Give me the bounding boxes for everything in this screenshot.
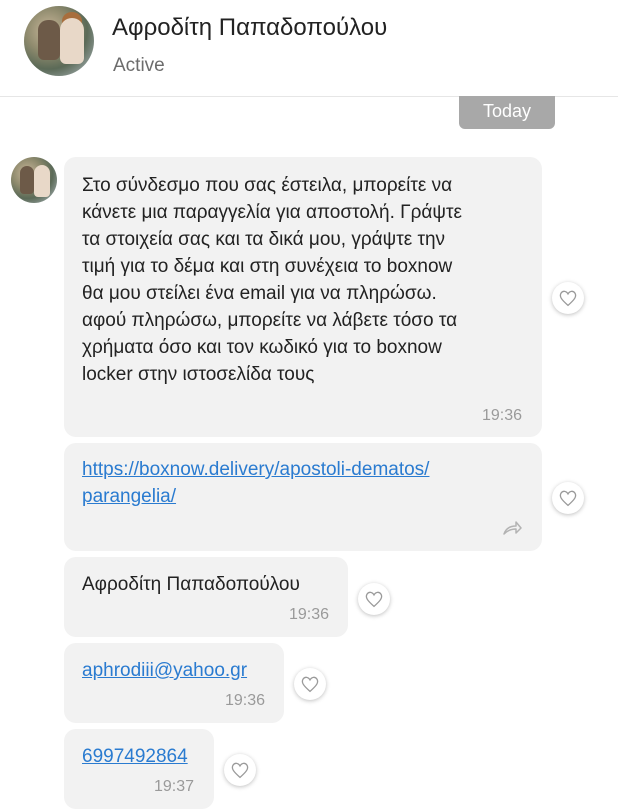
message-time: 19:36 <box>225 692 266 709</box>
sender-avatar[interactable] <box>11 157 57 203</box>
message-line: Στο σύνδεσμο που σας έστειλα, μπορείτε ν… <box>82 175 453 196</box>
forward-arrow-icon[interactable] <box>502 520 522 543</box>
heart-icon[interactable] <box>358 583 390 615</box>
heart-icon[interactable] <box>552 282 584 314</box>
message-text: Στο σύνδεσμο που σας έστειλα, μπορείτε ν… <box>82 172 462 388</box>
message-line: τιμή για το δέμα και στη συνέχεια το box… <box>82 256 453 277</box>
date-divider: Today <box>459 96 555 129</box>
message-line: χρήματα όσο και τον κωδικό για το boxnow <box>82 337 442 358</box>
message-line: αφού πληρώσω, μπορείτε να λάβετε τόσο τα <box>82 310 458 331</box>
message-link[interactable]: parangelia/ <box>82 483 429 510</box>
message-link[interactable]: https://boxnow.delivery/apostoli-dematos… <box>82 456 429 483</box>
phone-link[interactable]: 6997492864 <box>82 743 188 770</box>
heart-icon[interactable] <box>224 754 256 786</box>
message-time: 19:36 <box>289 606 330 623</box>
chat-header: Αφροδίτη Παπαδοπούλου Active <box>0 0 618 97</box>
contact-status: Active <box>113 55 165 76</box>
message-line: τα στοιχεία σας και τα δικά μου, γράψτε … <box>82 229 446 250</box>
email-link[interactable]: aphrodiii@yahoo.gr <box>82 657 247 684</box>
heart-icon[interactable] <box>552 482 584 514</box>
message-line: κάνετε μια παραγγελία για αποστολή. Γράψ… <box>82 202 462 223</box>
contact-avatar[interactable] <box>24 6 94 76</box>
message-text: https://boxnow.delivery/apostoli-dematos… <box>82 456 429 510</box>
message-time: 19:37 <box>154 778 195 795</box>
message-text: Αφροδίτη Παπαδοπούλου <box>82 574 300 595</box>
message-time: 19:36 <box>482 407 523 424</box>
message-line: locker στην ιστοσελίδα τους <box>82 364 315 385</box>
message-line: θα μου στείλει ένα email για να πληρώσω. <box>82 283 437 304</box>
contact-name[interactable]: Αφροδίτη Παπαδοπούλου <box>112 14 387 42</box>
heart-icon[interactable] <box>294 668 326 700</box>
